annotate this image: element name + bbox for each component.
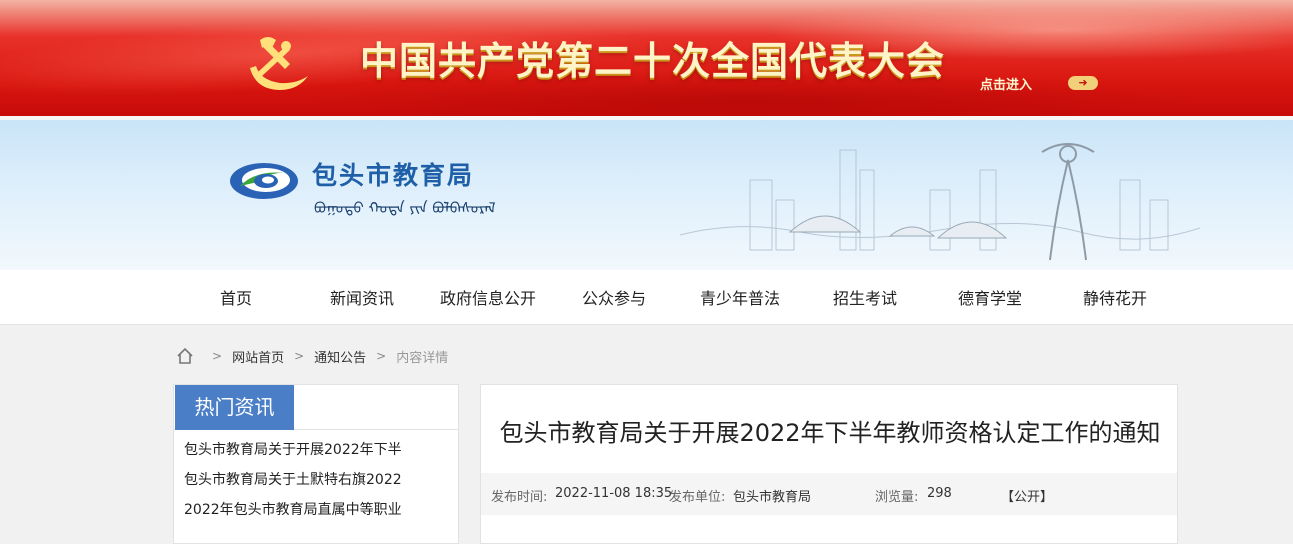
main-nav: 首页 新闻资讯 政府信息公开 公众参与 青少年普法 招生考试 德育学堂 静待花开 — [0, 270, 1293, 325]
site-name: 包头市教育局 — [312, 161, 475, 190]
publish-unit-label: 发布单位: — [669, 490, 726, 505]
nav-item-youth-law[interactable]: 青少年普法 — [677, 270, 803, 325]
breadcrumb-separator: > — [212, 349, 223, 363]
banner-title: 中国共产党第二十次全国代表大会 — [360, 39, 946, 83]
party-congress-banner[interactable]: 中国共产党第二十次全国代表大会 点击进入 ➜ — [0, 0, 1293, 120]
public-status-badge: 【公开】 — [1001, 490, 1054, 505]
nav-item-news[interactable]: 新闻资讯 — [299, 270, 425, 325]
education-bureau-logo — [230, 163, 298, 199]
article-panel: 包头市教育局关于开展2022年下半年教师资格认定工作的通知 发布时间: 2022… — [480, 384, 1178, 544]
breadcrumb-separator: > — [294, 349, 305, 363]
banner-enter-link[interactable]: 点击进入 — [980, 74, 1032, 93]
hot-news-header: 热门资讯 — [174, 385, 458, 430]
breadcrumb-home[interactable]: 网站首页 — [232, 347, 284, 366]
publish-date: 2022-11-08 18:35 — [555, 486, 673, 501]
nav-item-public-participation[interactable]: 公众参与 — [551, 270, 677, 325]
site-name-mongolian: ᠪᠤᠭᠤᠲᠤ ᠬᠣᠲᠠ ᠶᠢᠨ ᠪᠣᠯᠪᠠᠰᠤᠷᠠᠯ — [314, 199, 496, 217]
hot-news-list: 包头市教育局关于开展2022年下半 包头市教育局关于土默特右旗2022 2022… — [174, 435, 458, 525]
article-title: 包头市教育局关于开展2022年下半年教师资格认定工作的通知 — [499, 419, 1161, 447]
views-label: 浏览量: — [875, 490, 919, 505]
nav-item-blossom[interactable]: 静待花开 — [1052, 270, 1178, 325]
hot-news-item[interactable]: 2022年包头市教育局直属中等职业 — [184, 495, 448, 525]
party-emblem-icon — [250, 37, 308, 90]
breadcrumb-separator: > — [376, 349, 387, 363]
views-count: 298 — [927, 486, 952, 501]
breadcrumb: > 网站首页 > 通知公告 > 内容详情 — [176, 346, 448, 366]
breadcrumb-notices[interactable]: 通知公告 — [314, 347, 366, 366]
hot-news-item[interactable]: 包头市教育局关于土默特右旗2022 — [184, 465, 448, 495]
publish-unit: 包头市教育局 — [733, 490, 812, 505]
arrow-right-icon[interactable]: ➜ — [1068, 76, 1098, 90]
city-skyline-illustration — [680, 143, 1200, 261]
publish-date-label: 发布时间: — [491, 490, 548, 505]
nav-item-gov-info[interactable]: 政府信息公开 — [425, 270, 551, 325]
hot-news-panel: 热门资讯 包头市教育局关于开展2022年下半 包头市教育局关于土默特右旗2022… — [173, 384, 459, 544]
hot-news-title: 热门资讯 — [175, 385, 294, 430]
hot-news-item[interactable]: 包头市教育局关于开展2022年下半 — [184, 435, 448, 465]
site-header: 包头市教育局 ᠪᠤᠭᠤᠲᠤ ᠬᠣᠲᠠ ᠶᠢᠨ ᠪᠣᠯᠪᠠᠰᠤᠷᠠᠯ — [0, 120, 1293, 270]
nav-item-home[interactable]: 首页 — [173, 270, 299, 325]
breadcrumb-current: 内容详情 — [396, 350, 449, 366]
nav-item-admissions[interactable]: 招生考试 — [802, 270, 928, 325]
home-icon[interactable] — [176, 347, 194, 365]
article-meta: 发布时间: 2022-11-08 18:35 发布单位: 包头市教育局 浏览量:… — [481, 473, 1177, 515]
nav-item-moral-education[interactable]: 德育学堂 — [927, 270, 1053, 325]
